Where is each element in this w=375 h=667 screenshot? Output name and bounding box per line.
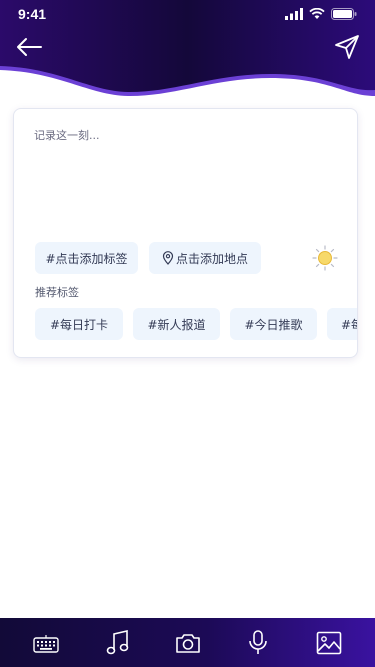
recommended-tags-title: 推荐标签 bbox=[35, 286, 79, 299]
send-icon[interactable] bbox=[333, 33, 361, 61]
status-time: 9:41 bbox=[18, 6, 47, 22]
image-button[interactable] bbox=[314, 628, 344, 658]
header: 9:41 bbox=[0, 0, 375, 100]
add-tag-button[interactable]: #点击添加标签 bbox=[35, 242, 138, 274]
signal-icon bbox=[285, 8, 303, 20]
recommended-tag[interactable]: #今日推歌 bbox=[230, 308, 317, 340]
tag-label: #每日打卡 bbox=[49, 317, 109, 332]
battery-icon bbox=[331, 8, 357, 20]
keyboard-button[interactable] bbox=[31, 628, 61, 658]
post-editor-card: 记录这一刻... #点击添加标签 点击添加地点 推荐标签 #每日打卡 #新人报道… bbox=[13, 108, 358, 358]
microphone-icon bbox=[249, 630, 267, 654]
add-location-label: 点击添加地点 bbox=[175, 251, 248, 266]
music-button[interactable] bbox=[103, 628, 133, 658]
recommended-tag[interactable]: #每 bbox=[327, 308, 357, 340]
voice-button[interactable] bbox=[243, 628, 273, 658]
sun-icon[interactable] bbox=[312, 245, 338, 271]
post-text-input[interactable]: 记录这一刻... bbox=[34, 127, 100, 143]
tag-label: #新人报道 bbox=[147, 317, 206, 332]
recommended-tag[interactable]: #新人报道 bbox=[133, 308, 220, 340]
image-icon bbox=[316, 631, 342, 655]
tag-label: #今日推歌 bbox=[244, 317, 303, 332]
bottom-toolbar bbox=[0, 618, 375, 667]
camera-icon bbox=[176, 634, 200, 653]
keyboard-icon bbox=[33, 635, 59, 653]
music-icon bbox=[106, 630, 129, 655]
wifi-icon bbox=[309, 8, 325, 19]
location-pin-icon bbox=[162, 251, 174, 265]
add-tag-label: #点击添加标签 bbox=[45, 251, 128, 266]
back-arrow-icon[interactable] bbox=[14, 34, 44, 60]
tag-label: #每 bbox=[341, 317, 357, 332]
add-location-button[interactable]: 点击添加地点 bbox=[149, 242, 261, 274]
recommended-tag[interactable]: #每日打卡 bbox=[35, 308, 123, 340]
status-bar: 9:41 bbox=[0, 0, 375, 30]
camera-button[interactable] bbox=[173, 628, 203, 658]
